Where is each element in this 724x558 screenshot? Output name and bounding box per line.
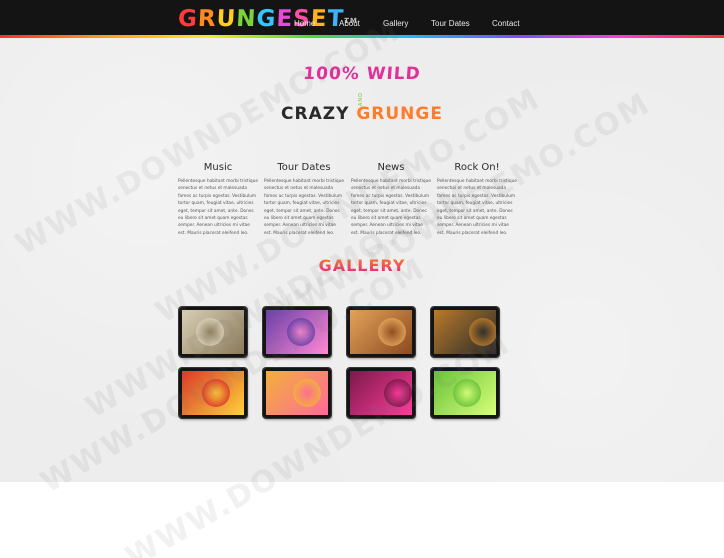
thumb-subject <box>202 379 230 407</box>
column-body: Pellentesque habitant morbi tristique se… <box>264 179 344 236</box>
nav-tour-dates[interactable]: Tour Dates <box>431 19 470 28</box>
column-title: Rock On! <box>454 162 500 173</box>
column-body: Pellentesque habitant morbi tristique se… <box>178 179 258 236</box>
page: GRUNGESETTM Home About Gallery Tour Date… <box>0 0 724 558</box>
hero-line-1: 100% WILD <box>302 64 422 84</box>
column-body: Pellentesque habitant morbi tristique se… <box>351 179 431 236</box>
logo-letter: U <box>215 6 237 32</box>
thumb-subject <box>469 318 496 346</box>
butterfly-girl-photo[interactable] <box>263 368 331 418</box>
hero-line-2: CRAZY GRUNGE <box>0 104 724 124</box>
turntable-photo[interactable] <box>179 307 247 357</box>
logo-letter: G <box>177 6 199 32</box>
logo-letter: R <box>197 6 218 32</box>
green-abstract-photo[interactable] <box>431 368 499 418</box>
thumb-subject <box>287 318 315 346</box>
nav-gallery[interactable]: Gallery <box>383 19 408 28</box>
column-body: Pellentesque habitant morbi tristique se… <box>437 179 517 236</box>
column-title: Tour Dates <box>277 162 331 173</box>
dj-photo[interactable] <box>431 307 499 357</box>
logo-letter: G <box>255 6 278 32</box>
hero-crazy: CRAZY <box>281 104 350 124</box>
thumb-subject <box>196 318 224 346</box>
pink-girl-photo[interactable] <box>263 307 331 357</box>
logo-letter: E <box>275 6 294 32</box>
thumb-subject <box>293 379 321 407</box>
desert-figure-photo[interactable] <box>347 307 415 357</box>
thumb-subject <box>453 379 481 407</box>
thumb-subject <box>378 318 406 346</box>
nav-home[interactable]: Home <box>294 19 315 28</box>
logo-letter: N <box>235 6 258 32</box>
skull-art-photo[interactable] <box>179 368 247 418</box>
column-tour-dates: Tour Dates Pellentesque habitant morbi t… <box>264 162 344 237</box>
column-title: News <box>377 162 405 173</box>
nav-contact[interactable]: Contact <box>492 19 520 28</box>
gallery-title: GALLERY <box>0 256 724 275</box>
logo[interactable]: GRUNGESETTM <box>177 6 358 32</box>
header-bar: GRUNGESETTM Home About Gallery Tour Date… <box>0 0 724 37</box>
nav-about[interactable]: About <box>339 19 360 28</box>
vinyl-art-photo[interactable] <box>347 368 415 418</box>
column-news: News Pellentesque habitant morbi tristiq… <box>351 162 431 237</box>
thumb-subject <box>384 379 412 407</box>
hero-grunge: GRUNGE <box>356 104 443 124</box>
column-rock-on: Rock On! Pellentesque habitant morbi tri… <box>437 162 517 237</box>
column-title: Music <box>203 162 233 173</box>
column-music: Music Pellentesque habitant morbi tristi… <box>178 162 258 237</box>
